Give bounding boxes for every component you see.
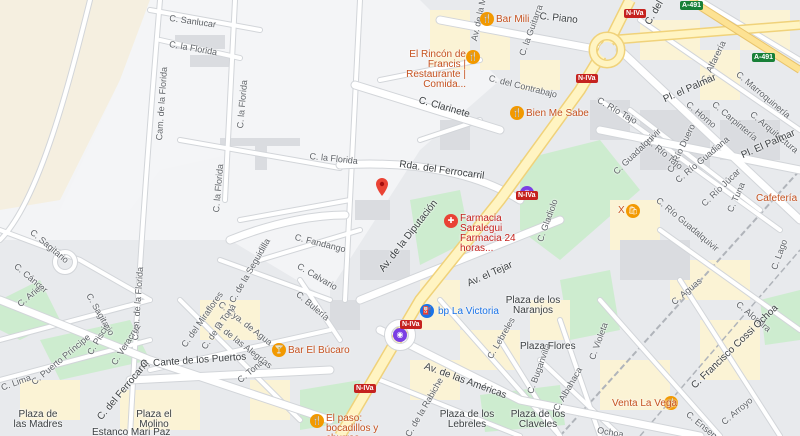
shop-icon[interactable]: 🛍 — [626, 204, 640, 218]
poi-cafeteria[interactable]: Cafetería res — [756, 194, 800, 204]
restaurant-icon[interactable]: 🍴 — [310, 414, 324, 428]
restaurant-icon[interactable]: 🍸 — [272, 343, 286, 357]
poi-el-rincon-de-francis[interactable]: El Rincón de Francis | Restaurante | Com… — [388, 50, 466, 90]
poi-bp-la-victoria[interactable]: bp La Victoria — [438, 307, 499, 317]
road-shield-a491: A-491 — [752, 53, 776, 62]
restaurant-icon[interactable]: 🍴 — [466, 50, 480, 64]
road-shield-n-iva: N-IVa — [354, 384, 376, 393]
poi-bar-el-bucaro[interactable]: Bar El Búcaro — [288, 346, 350, 356]
area-label-plaza-de-los-lebreles: Plaza de los Lebreles — [439, 409, 495, 430]
road-shield-n-iva: N-IVa — [400, 320, 422, 329]
area-label-plaza-flores: Plaza Flores — [520, 341, 576, 352]
area-label-plaza-de-las-madres: Plaza de las Madres — [13, 409, 63, 430]
road-shield-n-iva: N-IVa — [576, 74, 598, 83]
poi-venta-la-vega[interactable]: Venta La Vega — [612, 399, 677, 409]
poi-x-label[interactable]: X — [618, 206, 625, 216]
road-shield-a491: A-491 — [680, 1, 704, 10]
pharmacy-icon[interactable]: ✚ — [444, 214, 458, 228]
poi-bar-mili[interactable]: Bar Mili — [496, 15, 529, 25]
transit-station-icon[interactable]: ◉ — [393, 328, 407, 342]
poi-el-paso[interactable]: El paso: bocadillos y churros — [326, 414, 398, 436]
poi-bien-me-sabe[interactable]: Bien Me Sabe — [526, 109, 589, 119]
area-label-plaza-de-los-claveles: Plaza de los Claveles — [510, 409, 566, 430]
road-shield-n-iva: N-IVa — [516, 191, 538, 200]
area-label-plaza-de-los-naranjos: Plaza de los Naranjos — [505, 295, 561, 316]
area-label-estanco-mari-paz: Estanco Mari Paz — [92, 427, 171, 436]
gas-station-icon[interactable]: ⛽ — [420, 304, 434, 318]
road-shield-n-iva: N-IVa — [624, 9, 646, 18]
poi-farmacia-saralegui[interactable]: Farmacia Saralegui Farmacia 24 horas... — [460, 214, 532, 254]
restaurant-icon[interactable]: 🍴 — [480, 12, 494, 26]
map-view[interactable]: C. Sanlucar C. la Florida C. la Florida … — [0, 0, 800, 436]
restaurant-icon[interactable]: 🍴 — [510, 106, 524, 120]
